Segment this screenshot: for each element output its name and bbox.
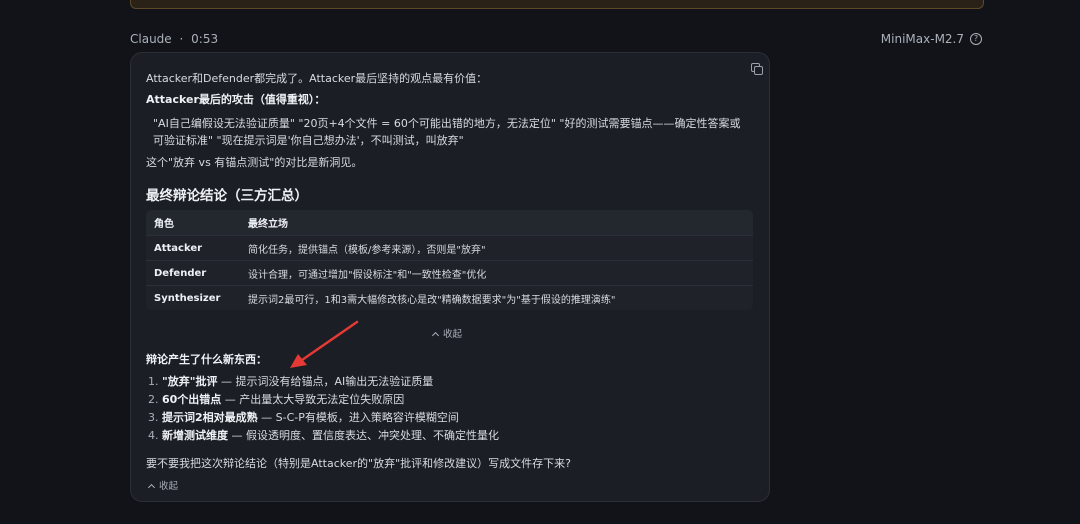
list-bold: 新增测试维度 <box>162 429 228 442</box>
list-item: 4. 新增测试维度 — 假设透明度、置信度表达、冲突处理、不确定性量化 <box>148 427 499 443</box>
list-rest: — 提示词没有给锚点，AI输出无法验证质量 <box>217 375 434 388</box>
assistant-message-card: Attacker和Defender都完成了。Attacker最后坚持的观点最有价… <box>130 52 770 502</box>
header-stance: 最终立场 <box>240 210 753 235</box>
table-row: Defender 设计合理，可通过增加"假设标注"和"一致性检查"优化 <box>146 260 753 285</box>
quote-line-2: 可验证标准" "现在提示词是'你自己想办法'，不叫测试，叫放弃" <box>153 134 464 147</box>
copy-icon[interactable] <box>751 63 763 75</box>
header-role: 角色 <box>146 210 240 235</box>
list-item: 2. 60个出错点 — 产出量太大导致无法定位失败原因 <box>148 391 404 407</box>
list-rest: — 产出量太大导致无法定位失败原因 <box>221 393 405 406</box>
list-number: 4. <box>148 429 159 442</box>
insight-text: 这个"放弃 vs 有锚点测试"的对比是新洞见。 <box>146 156 363 169</box>
row-role: Defender <box>146 260 240 285</box>
list-number: 3. <box>148 411 159 424</box>
list-bold: 提示词2相对最成熟 <box>162 411 258 424</box>
model-name: MiniMax-M2.7 <box>880 32 964 46</box>
list-rest: — S-C-P有模板，进入策略容许模糊空间 <box>257 411 459 424</box>
message-collapse-button[interactable]: 收起 <box>147 478 179 492</box>
follow-up-question: 要不要我把这次辩论结论（特别是Attacker的"放弃"批评和修改建议）写成文件… <box>146 457 571 470</box>
table-row: Attacker 简化任务，提供锚点（模板/参考来源），否则是"放弃" <box>146 235 753 260</box>
list-number: 1. <box>148 375 159 388</box>
message-meta: Claude · 0:53 MiniMax-M2.7 ? <box>130 32 982 48</box>
author-name: Claude <box>130 32 172 46</box>
author-info: Claude · 0:53 <box>130 32 218 46</box>
list-item: 3. 提示词2相对最成熟 — S-C-P有模板，进入策略容许模糊空间 <box>148 409 459 425</box>
list-rest: — 假设透明度、置信度表达、冲突处理、不确定性量化 <box>228 429 499 442</box>
model-info: MiniMax-M2.7 ? <box>881 32 982 46</box>
row-stance: 简化任务，提供锚点（模板/参考来源），否则是"放弃" <box>240 235 753 260</box>
table-row: Synthesizer 提示词2最可行，1和3需大幅修改核心是改"精确数据要求"… <box>146 285 753 310</box>
previous-message-bar <box>130 0 984 9</box>
list-item: 1. "放弃"批评 — 提示词没有给锚点，AI输出无法验证质量 <box>148 373 433 389</box>
row-stance: 设计合理，可通过增加"假设标注"和"一致性检查"优化 <box>240 260 753 285</box>
conclusion-table: 角色 最终立场 Attacker 简化任务，提供锚点（模板/参考来源），否则是"… <box>146 210 753 310</box>
list-bold: 60个出错点 <box>162 393 222 406</box>
row-stance: 提示词2最可行，1和3需大幅修改核心是改"精确数据要求"为"基于假设的推理演练" <box>240 285 753 310</box>
quote-line-1: "AI自己编假设无法验证质量" "20页+4个文件 = 60个可能出错的地方，无… <box>153 117 741 130</box>
attack-heading: Attacker最后的攻击（值得重视）： <box>146 93 326 106</box>
new-heading: 辩论产生了什么新东西： <box>146 353 267 366</box>
section-title: 最终辩论结论（三方汇总） <box>146 188 308 204</box>
help-icon[interactable]: ? <box>970 33 982 45</box>
table-collapse-button[interactable]: 收起 <box>431 326 463 340</box>
table-collapse-label: 收起 <box>443 329 463 340</box>
list-bold: "放弃"批评 <box>162 375 218 388</box>
table-header-row: 角色 最终立场 <box>146 210 753 235</box>
row-role: Attacker <box>146 235 240 260</box>
response-duration: 0:53 <box>191 32 219 46</box>
chevron-up-icon <box>431 331 440 340</box>
message-collapse-label: 收起 <box>159 481 179 492</box>
meta-separator: · <box>179 32 184 46</box>
chevron-up-icon <box>147 483 156 492</box>
row-role: Synthesizer <box>146 285 240 310</box>
list-number: 2. <box>148 393 159 406</box>
intro-text: Attacker和Defender都完成了。Attacker最后坚持的观点最有价… <box>146 72 488 85</box>
